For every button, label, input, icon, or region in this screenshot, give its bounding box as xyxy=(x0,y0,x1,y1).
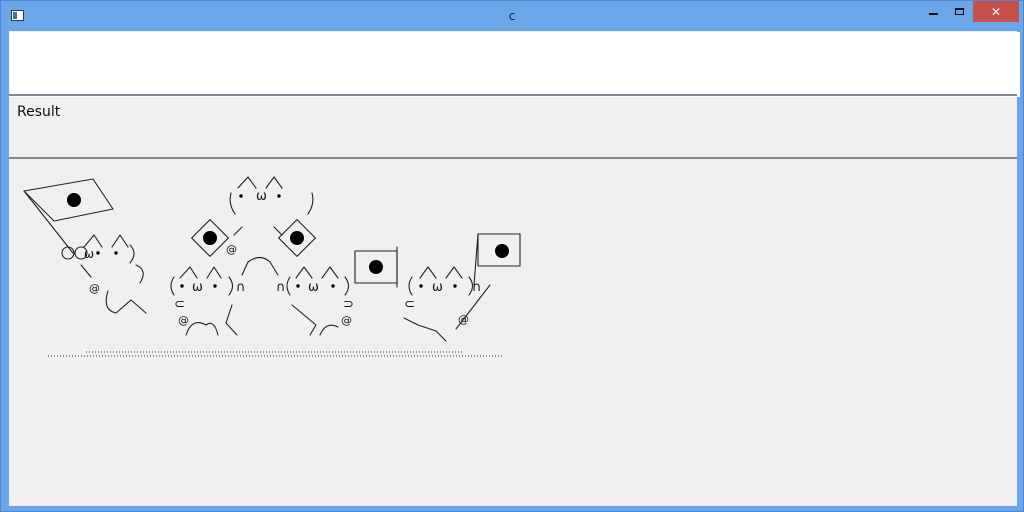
splitter-bottom[interactable] xyxy=(9,157,1017,159)
svg-text:⊂: ⊂ xyxy=(174,297,185,312)
svg-text:@: @ xyxy=(178,314,189,327)
client-area: Result ω @ ω @ ω ∩ ⊂ @ ∩ ω ⊃ @ ω ∩ ⊂ @ xyxy=(9,31,1020,506)
ground xyxy=(48,351,502,357)
result-label: Result xyxy=(17,104,61,120)
ascii-art: ω @ ω @ ω ∩ ⊂ @ ∩ ω ⊃ @ ω ∩ ⊂ @ xyxy=(23,176,521,357)
title-bar[interactable]: c ✕ xyxy=(1,1,1023,31)
close-button[interactable]: ✕ xyxy=(973,1,1019,22)
cat-1: ω @ xyxy=(61,234,147,314)
svg-text:@: @ xyxy=(341,314,352,327)
app-window: c ✕ Result ω @ ω @ ω ∩ ⊂ @ ∩ ω ⊃ @ ω ∩ ⊂… xyxy=(0,0,1024,512)
cat-2: ω ∩ ⊂ @ xyxy=(170,266,246,336)
svg-text:∩: ∩ xyxy=(472,280,482,295)
svg-text:⊃: ⊃ xyxy=(343,297,354,312)
svg-text:ω: ω xyxy=(308,280,319,295)
svg-text:@: @ xyxy=(226,243,237,256)
minimize-icon xyxy=(929,13,938,15)
maximize-icon xyxy=(954,8,964,15)
result-panel xyxy=(16,102,1013,152)
cat-center-top: ω @ xyxy=(191,176,316,276)
cat-3: ∩ ω ⊃ @ xyxy=(276,266,354,336)
svg-text:⊂: ⊂ xyxy=(404,297,415,312)
svg-text:@: @ xyxy=(89,282,100,295)
flag-right xyxy=(473,233,521,286)
svg-text:∩: ∩ xyxy=(236,280,246,295)
svg-text:ω: ω xyxy=(432,280,443,295)
minimize-button[interactable] xyxy=(921,1,946,22)
svg-text:ω: ω xyxy=(192,280,203,295)
svg-text:ω: ω xyxy=(256,189,267,204)
window-title: c xyxy=(508,9,516,23)
ascii-art-canvas: ω @ ω @ ω ∩ ⊂ @ ∩ ω ⊃ @ ω ∩ ⊂ @ xyxy=(16,165,1013,503)
cat-4: ω ∩ ⊂ @ xyxy=(403,266,491,342)
flag-left xyxy=(23,178,114,254)
close-icon: ✕ xyxy=(990,4,1002,19)
flag-center xyxy=(354,246,398,288)
maximize-button[interactable] xyxy=(946,1,972,22)
splitter-top[interactable] xyxy=(9,94,1017,96)
svg-text:ω: ω xyxy=(84,247,94,261)
svg-text:∩: ∩ xyxy=(276,280,286,295)
input-textbox[interactable] xyxy=(10,32,1020,97)
